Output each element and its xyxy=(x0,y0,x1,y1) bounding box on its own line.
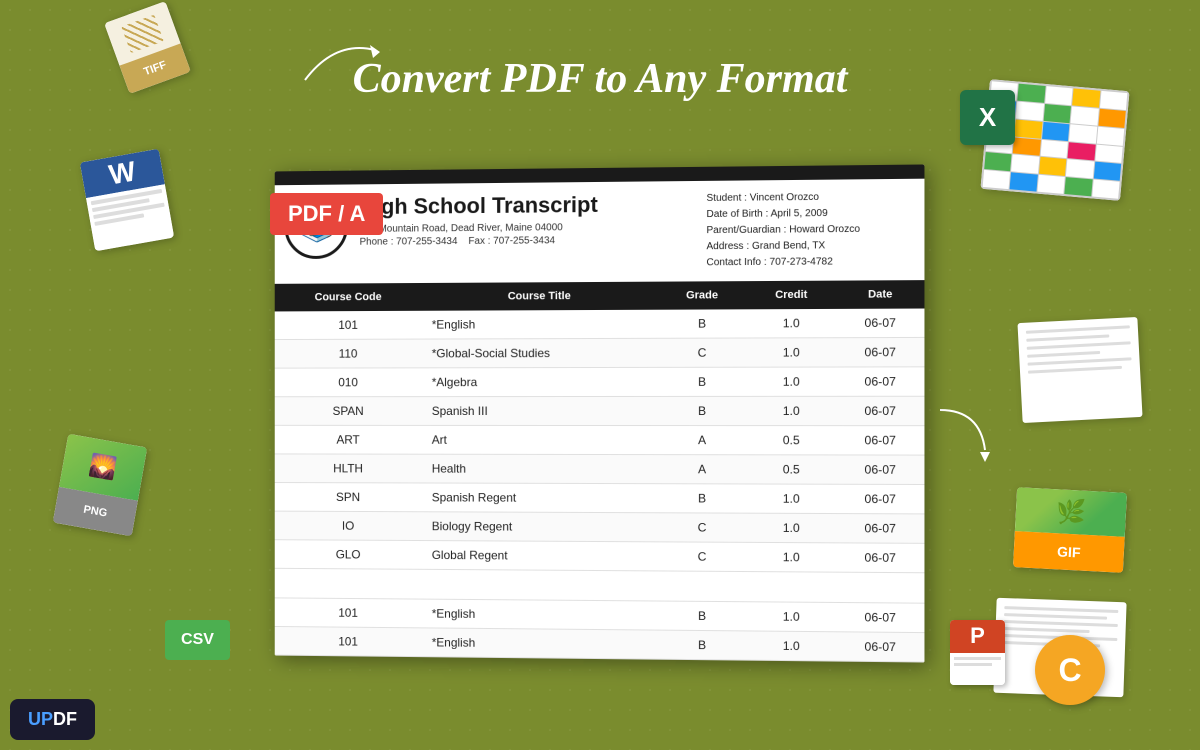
student-dob: Date of Birth : April 5, 2009 xyxy=(706,205,910,223)
table-cell: C xyxy=(658,338,747,367)
table-cell: GLO xyxy=(275,540,422,570)
paper-note-right xyxy=(1017,317,1142,423)
table-cell: 06-07 xyxy=(836,309,924,338)
student-name: Student : Vincent Orozco xyxy=(706,189,910,207)
table-cell: B xyxy=(658,484,747,513)
col-grade: Grade xyxy=(658,281,747,310)
table-cell: 06-07 xyxy=(836,632,924,662)
table-cell: IO xyxy=(275,511,422,540)
table-cell: 1.0 xyxy=(747,367,837,396)
table-cell: 06-07 xyxy=(836,337,924,367)
table-cell: 06-07 xyxy=(836,484,924,514)
table-cell: A xyxy=(658,426,747,455)
table-cell: B xyxy=(658,309,747,338)
png-file-icon: 🌄 PNG xyxy=(56,437,144,534)
table-cell: SPAN xyxy=(275,397,422,426)
table-cell: 101 xyxy=(275,626,422,656)
csv-file-icon: CSV xyxy=(165,620,230,660)
table-cell: 1.0 xyxy=(747,396,837,425)
table-cell: C xyxy=(658,542,747,572)
school-address: 123 Mountain Road, Dead River, Maine 040… xyxy=(360,221,707,235)
table-cell: Health xyxy=(422,454,658,484)
table-cell: *English xyxy=(422,310,658,339)
table-cell: 06-07 xyxy=(836,455,924,485)
table-cell: 101 xyxy=(275,311,422,340)
table-cell: 06-07 xyxy=(836,396,924,425)
school-contact: Phone : 707-255-3434 Fax : 707-255-3434 xyxy=(360,234,707,248)
table-cell: *English xyxy=(422,628,658,659)
pdf-badge: PDF / A xyxy=(270,193,383,235)
c-lang-icon: C xyxy=(1035,635,1105,705)
student-address: Address : Grand Bend, TX xyxy=(706,238,910,256)
table-cell: *Global-Social Studies xyxy=(422,338,658,368)
table-cell: 110 xyxy=(275,339,422,368)
table-cell: 1.0 xyxy=(747,484,837,514)
pptx-file-icon: P xyxy=(950,620,1005,685)
table-cell: *English xyxy=(422,599,658,630)
transcript-document: 📚 High School Transcript 123 Mountain Ro… xyxy=(275,164,925,662)
col-credit: Credit xyxy=(747,281,837,310)
table-cell: 1.0 xyxy=(747,309,837,338)
table-cell: B xyxy=(658,630,747,660)
table-cell: 0.5 xyxy=(747,426,837,455)
table-cell: Art xyxy=(422,425,658,454)
table-row: GLOGlobal RegentC1.006-07 xyxy=(275,540,925,573)
tiff-file-icon: TIFF xyxy=(109,5,186,90)
table-row: IOBiology RegentC1.006-07 xyxy=(275,511,925,543)
school-info: High School Transcript 123 Mountain Road… xyxy=(360,191,707,250)
table-row: 101*EnglishB1.006-07 xyxy=(275,309,925,340)
table-cell: 06-07 xyxy=(836,514,924,544)
table-cell: 1.0 xyxy=(747,513,837,543)
table-row: 010*AlgebraB1.006-07 xyxy=(275,367,925,397)
table-cell: 1.0 xyxy=(747,631,837,661)
table-row: SPNSpanish RegentB1.006-07 xyxy=(275,483,925,514)
page-title: Convert PDF to Any Format xyxy=(353,55,848,103)
gif-file-icon: 🌿 GIF xyxy=(1015,490,1125,570)
table-cell: Global Regent xyxy=(422,541,658,571)
table-cell: Spanish III xyxy=(422,396,658,425)
table-row: ARTArtA0.506-07 xyxy=(275,425,925,455)
student-info: Student : Vincent Orozco Date of Birth :… xyxy=(706,189,910,271)
table-cell: 010 xyxy=(275,368,422,397)
table-cell: *Algebra xyxy=(422,367,658,396)
table-cell: Biology Regent xyxy=(422,512,658,542)
table-cell: 06-07 xyxy=(836,543,924,573)
table-cell: Spanish Regent xyxy=(422,483,658,513)
table-cell: HLTH xyxy=(275,454,422,483)
table-cell: 101 xyxy=(275,598,422,628)
col-course-code: Course Code xyxy=(275,283,422,311)
excel-file-icon: X xyxy=(960,90,1015,145)
table-cell: 0.5 xyxy=(747,455,837,484)
table-row: HLTHHealthA0.506-07 xyxy=(275,454,925,485)
table-cell: 06-07 xyxy=(836,426,924,455)
table-cell: 1.0 xyxy=(747,338,837,367)
table-cell: B xyxy=(658,601,747,631)
table-row: 101*EnglishB1.006-07 xyxy=(275,626,925,662)
table-cell: C xyxy=(658,513,747,543)
student-contact: Contact Info : 707-273-4782 xyxy=(706,254,910,271)
col-date: Date xyxy=(836,280,924,309)
transcript-title: High School Transcript xyxy=(360,191,707,220)
table-cell: A xyxy=(658,455,747,484)
table-cell: SPN xyxy=(275,483,422,512)
student-guardian: Parent/Guardian : Howard Orozco xyxy=(706,221,910,239)
table-cell: 1.0 xyxy=(747,542,837,572)
table-cell: 06-07 xyxy=(836,367,924,396)
table-cell: B xyxy=(658,367,747,396)
arrow-right-decoration xyxy=(920,400,1000,480)
table-cell: ART xyxy=(275,425,422,454)
table-cell: 06-07 xyxy=(836,602,924,632)
word-file-icon: W xyxy=(83,152,171,249)
transcript-table: Course Code Course Title Grade Credit Da… xyxy=(275,280,925,662)
table-row: 110*Global-Social StudiesC1.006-07 xyxy=(275,337,925,368)
table-cell: 1.0 xyxy=(747,602,837,632)
arrow-decoration xyxy=(295,30,395,90)
table-row: SPANSpanish IIIB1.006-07 xyxy=(275,396,925,425)
table-cell: B xyxy=(658,396,747,425)
col-course-title: Course Title xyxy=(422,282,658,311)
updf-logo: UPDF xyxy=(10,699,95,740)
table-header-row: Course Code Course Title Grade Credit Da… xyxy=(275,280,925,311)
